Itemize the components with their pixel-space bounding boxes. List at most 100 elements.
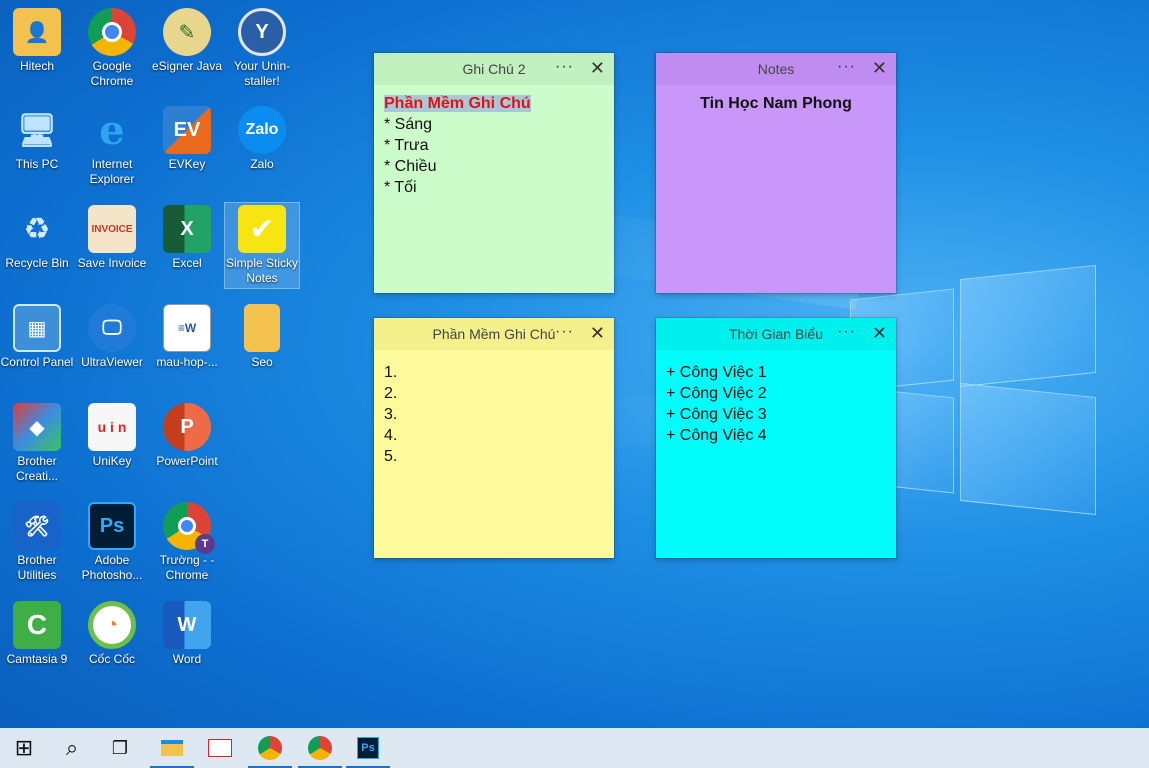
word-document-icon: ≡W [163,304,211,352]
note-line: 2. [384,385,398,402]
note-body[interactable]: Phần Mềm Ghi Chú * Sáng * Trưa * Chiều *… [374,85,614,206]
internet-explorer-icon: e [99,106,125,154]
close-icon[interactable]: ✕ [590,58,605,79]
sticky-note-phan-mem-ghi-chu[interactable]: Phần Mềm Ghi Chú ··· ✕ 1. 2. 3. 4. 5. [374,318,614,558]
desktop-icon-word[interactable]: W Word [150,601,224,667]
note-line: + Công Việc 2 [666,385,767,402]
invoice-icon: INVOICE [88,205,136,253]
task-view-icon: ❐ [111,737,129,758]
start-button[interactable]: ⊞ [0,728,48,768]
camtasia-icon: C [13,601,61,649]
word-icon: W [163,601,211,649]
sticky-note-notes[interactable]: Notes ··· ✕ Tin Học Nam Phong [656,53,896,293]
uninstaller-icon: Y [238,8,286,56]
desktop-icon-camtasia[interactable]: C Camtasia 9 [0,601,74,667]
search-icon: ⌕ [65,735,79,760]
desktop-icon-internet-explorer[interactable]: e Internet Explorer [75,106,149,187]
taskbar-chrome[interactable] [296,728,344,768]
windows-start-icon: ⊞ [14,735,34,760]
note-title-bar[interactable]: Phần Mềm Ghi Chú ··· ✕ [374,318,614,350]
note-title: Notes [757,61,795,77]
note-line: * Tối [384,179,417,196]
note-line: + Công Việc 3 [666,406,767,423]
brother-utilities-icon: 🛠 [13,502,61,550]
desktop-icon-coc-coc[interactable]: ◔ Cốc Cốc [75,601,149,667]
desktop-icon-seo-folder[interactable]: Seo [225,304,299,370]
desktop-icon-simple-sticky-notes[interactable]: ✔ Simple Sticky Notes [224,202,300,289]
esigner-icon: ✎ [163,8,211,56]
chrome-icon [88,8,136,56]
note-line: 1. [384,364,398,381]
computer-icon: 🖥 [16,112,58,148]
sticky-notes-icon: ✔ [238,205,286,253]
note-body[interactable]: Tin Học Nam Phong [656,85,896,122]
close-icon[interactable]: ✕ [872,323,887,344]
taskbar-file-explorer[interactable] [148,728,196,768]
desktop-icon-unikey[interactable]: u i n UniKey [75,403,149,469]
user-folder-icon: 👤 [13,8,61,56]
note-menu-icon[interactable]: ··· [555,323,574,341]
taskbar-unikey[interactable] [196,728,244,768]
desktop-icon-brother-creative[interactable]: ◆ Brother Creati... [0,403,74,484]
chrome-icon [308,736,332,760]
desktop-icon-evkey[interactable]: EV EVKey [150,106,224,172]
note-line: 4. [384,427,398,444]
unikey-icon: u i n [88,403,136,451]
note-title: Phần Mềm Ghi Chú [432,326,556,342]
note-menu-icon[interactable]: ··· [837,58,856,76]
desktop-icon-zalo[interactable]: Zalo Zalo [225,106,299,172]
excel-icon: X [163,205,211,253]
desktop-icon-save-invoice[interactable]: INVOICE Save Invoice [75,205,149,271]
desktop-icon-recycle-bin[interactable]: ♻ Recycle Bin [0,205,74,271]
note-line: 5. [384,448,398,465]
task-view-button[interactable]: ❐ [96,728,144,768]
search-button[interactable]: ⌕ [48,728,96,768]
desktop-icon-excel[interactable]: X Excel [150,205,224,271]
note-menu-icon[interactable]: ··· [837,323,856,341]
desktop-icon-chrome-profile[interactable]: T Trường - - Chrome [150,502,224,583]
note-heading: Phần Mềm Ghi Chú [384,95,531,112]
desktop-icon-document[interactable]: ≡W mau-hop-... [150,304,224,370]
zalo-icon: Zalo [238,106,286,154]
note-heading: Tin Học Nam Phong [700,95,852,112]
desktop-icon-brother-utilities[interactable]: 🛠 Brother Utilities [0,502,74,583]
sticky-note-ghi-chu-2[interactable]: Ghi Chú 2 ··· ✕ Phần Mềm Ghi Chú * Sáng … [374,53,614,293]
photoshop-icon: Ps [88,502,136,550]
folder-icon [244,304,280,352]
close-icon[interactable]: ✕ [590,323,605,344]
desktop-icon-this-pc[interactable]: 🖥 This PC [0,106,74,172]
note-title: Thời Gian Biểu [728,326,823,342]
desktop-icon-esigner-java[interactable]: ✎ eSigner Java [150,8,224,74]
desktop-icon-hitech[interactable]: 👤 Hitech [0,8,74,74]
note-body[interactable]: + Công Việc 1 + Công Việc 2 + Công Việc … [656,350,896,454]
taskbar-chrome-profile[interactable] [246,728,294,768]
brother-creative-icon: ◆ [13,403,61,451]
close-icon[interactable]: ✕ [872,58,887,79]
file-explorer-icon [161,740,183,756]
note-line: * Trưa [384,137,429,154]
note-body[interactable]: 1. 2. 3. 4. 5. [374,350,614,475]
recycle-bin-icon: ♻ [23,212,51,246]
note-menu-icon[interactable]: ··· [555,58,574,76]
photoshop-icon: Ps [357,737,379,759]
chrome-icon [258,736,282,760]
taskbar: ⊞ ⌕ ❐ Ps [0,728,1149,768]
note-line: * Chiều [384,158,437,175]
desktop-icon-ultraviewer[interactable]: 🖵 UltraViewer [75,304,149,370]
taskbar-photoshop[interactable]: Ps [344,728,392,768]
note-line: + Công Việc 4 [666,427,767,444]
powerpoint-icon: P [163,403,211,451]
note-title-bar[interactable]: Notes ··· ✕ [656,53,896,85]
desktop-icon-your-uninstaller[interactable]: Y Your Unin-staller! [225,8,299,89]
chrome-profile-icon: T [163,502,215,554]
desktop-icon-adobe-photoshop[interactable]: Ps Adobe Photosho... [75,502,149,583]
note-line: + Công Việc 1 [666,364,767,381]
note-title-bar[interactable]: Thời Gian Biểu ··· ✕ [656,318,896,350]
sticky-note-thoi-gian-bieu[interactable]: Thời Gian Biểu ··· ✕ + Công Việc 1 + Côn… [656,318,896,558]
control-panel-icon: ▦ [13,304,61,352]
desktop-icon-powerpoint[interactable]: P PowerPoint [150,403,224,469]
desktop-icon-google-chrome[interactable]: Google Chrome [75,8,149,89]
coc-coc-icon: ◔ [88,601,136,649]
note-title-bar[interactable]: Ghi Chú 2 ··· ✕ [374,53,614,85]
desktop-icon-control-panel[interactable]: ▦ Control Panel [0,304,74,370]
